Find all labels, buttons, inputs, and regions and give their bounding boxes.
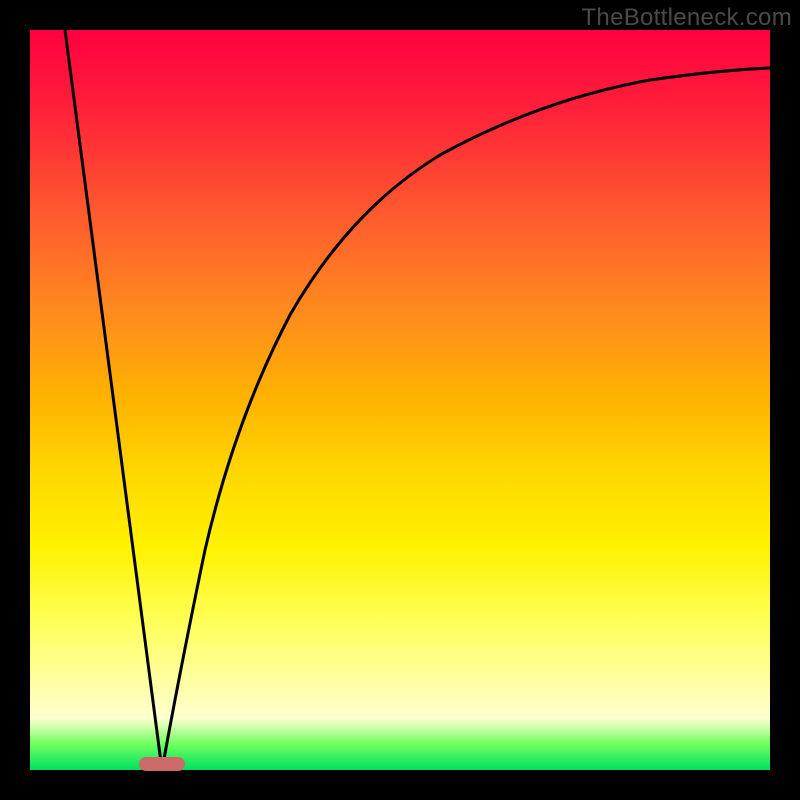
watermark-text: TheBottleneck.com bbox=[581, 4, 792, 32]
chart-frame: TheBottleneck.com bbox=[0, 0, 800, 800]
optimal-marker bbox=[139, 757, 185, 771]
right-curve bbox=[162, 68, 770, 770]
left-line bbox=[65, 30, 162, 770]
curve-layer bbox=[30, 30, 770, 770]
